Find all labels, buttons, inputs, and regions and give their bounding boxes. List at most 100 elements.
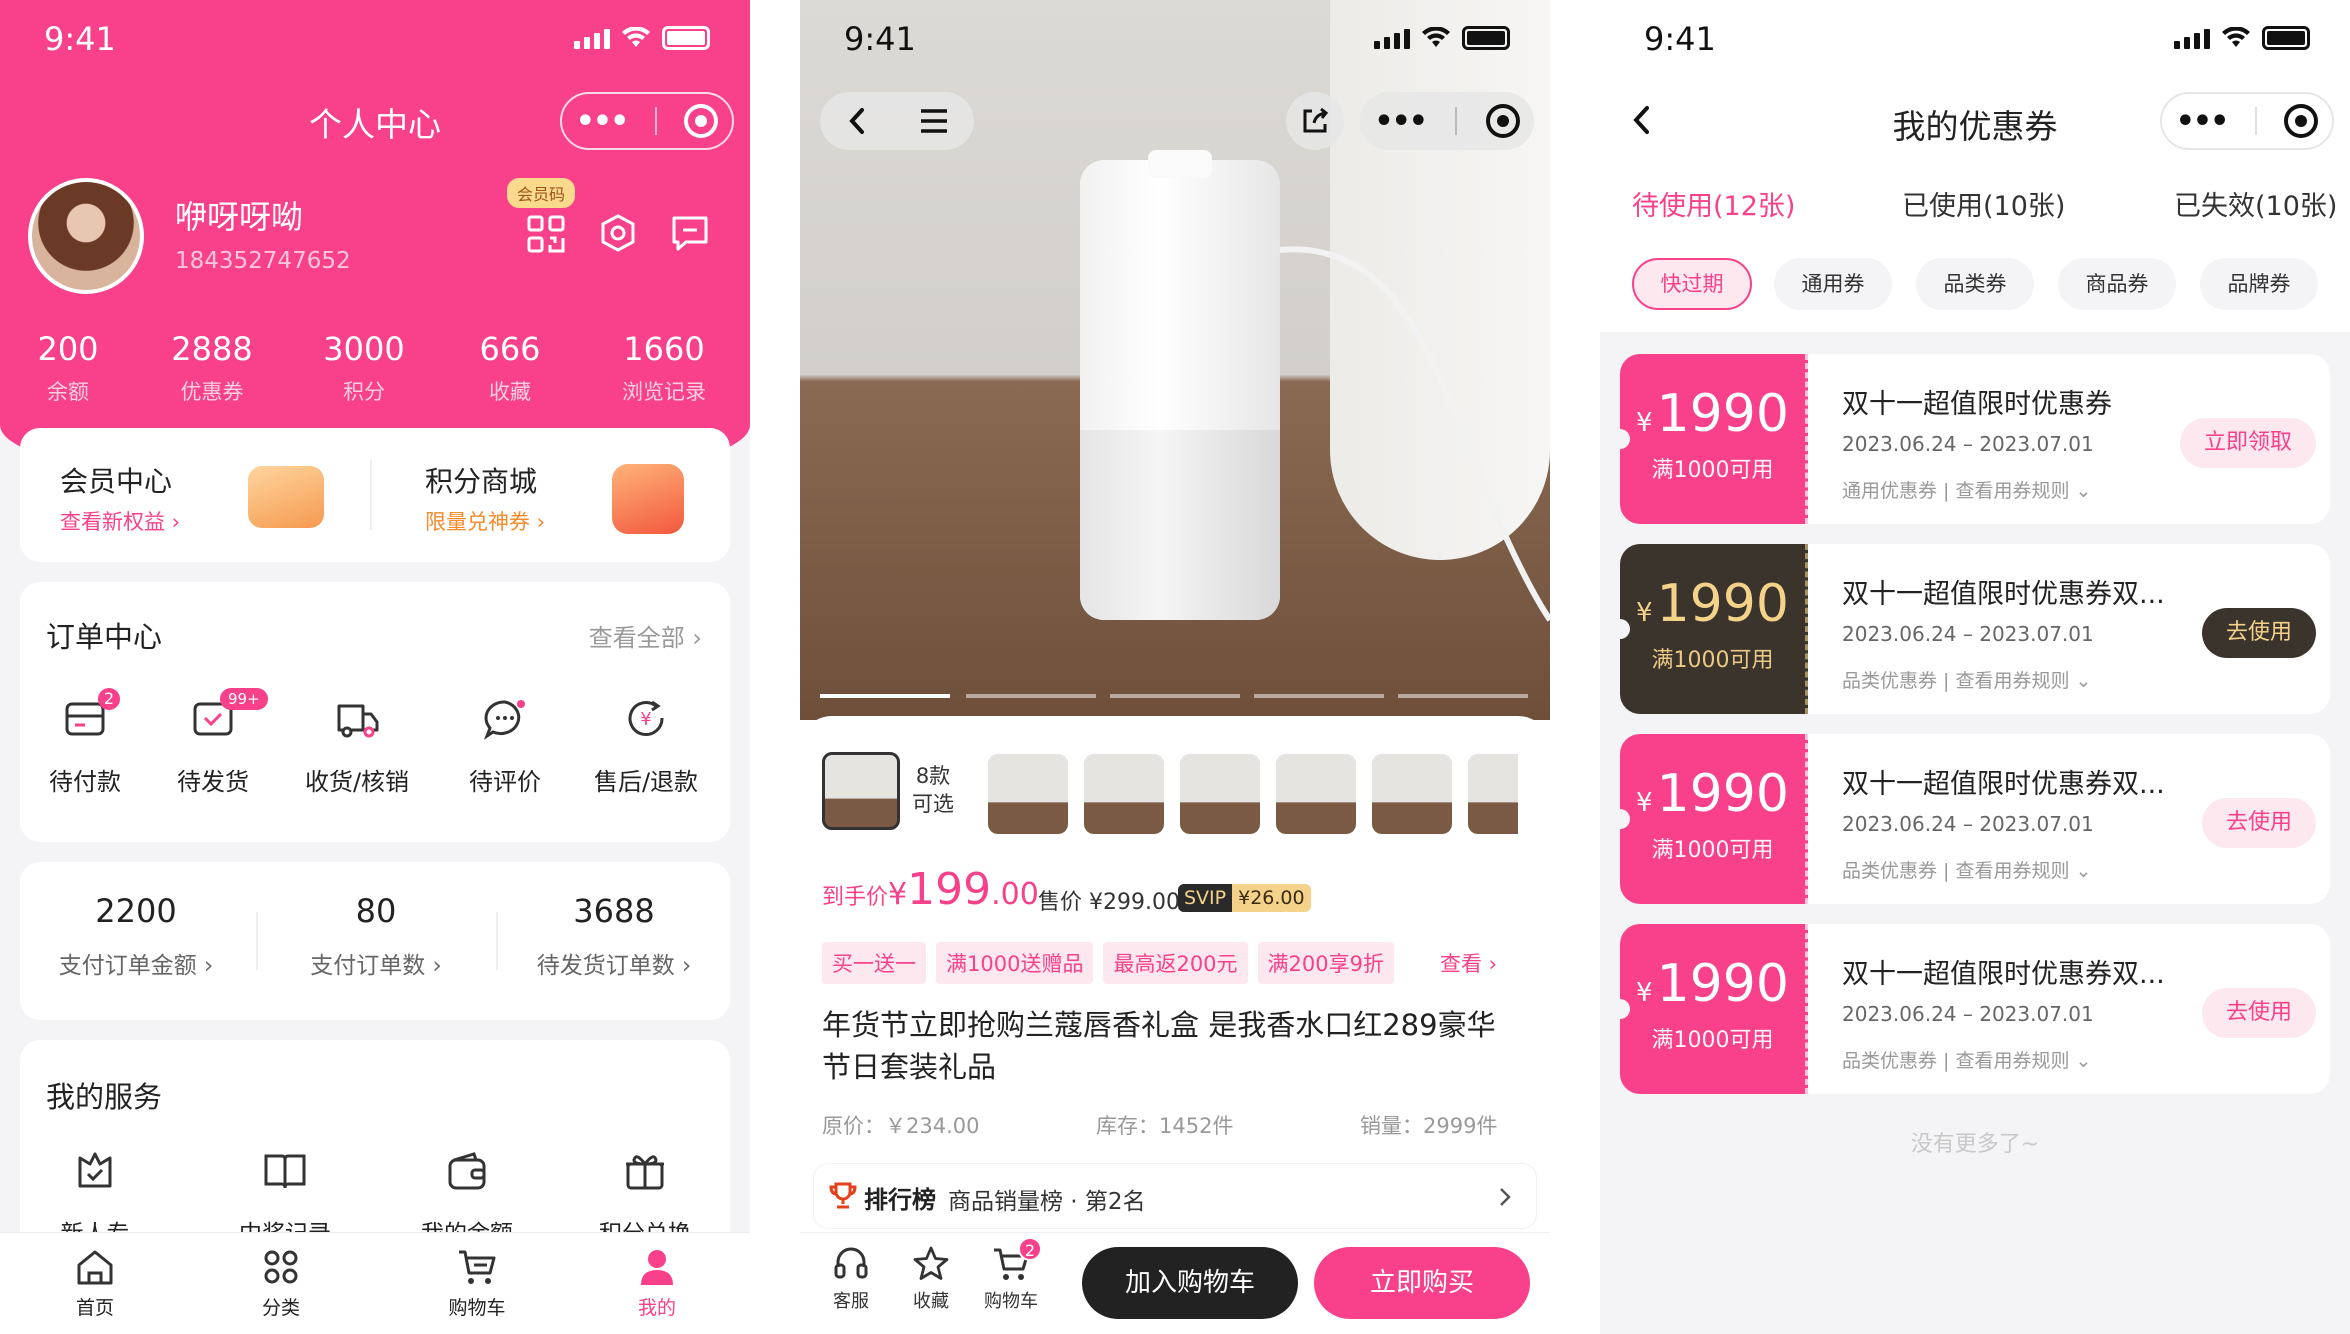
gift-icon xyxy=(626,1155,664,1190)
stat-points[interactable]: 3000 积分 xyxy=(304,330,424,406)
use-coupon-button[interactable]: 去使用 xyxy=(2201,608,2316,658)
promo-tag[interactable]: 买一送一 xyxy=(822,942,926,984)
settings-icon[interactable] xyxy=(598,213,638,253)
avatar[interactable] xyxy=(28,178,144,294)
tab-cart[interactable]: 购物车 xyxy=(432,1247,522,1320)
coupon-card: ¥1990 满1000可用 双十一超值限时优惠券双... 2023.06.24 … xyxy=(1620,544,2330,714)
tab-home[interactable]: 首页 xyxy=(50,1247,140,1320)
variant-thumb[interactable] xyxy=(1084,754,1164,834)
cart-button[interactable]: 2 购物车 xyxy=(978,1237,1044,1313)
coupon-title: 双十一超值限时优惠券双... xyxy=(1842,579,2165,610)
stat-history[interactable]: 1660 浏览记录 xyxy=(604,330,724,406)
promo-tag[interactable]: 满200享9折 xyxy=(1257,942,1394,984)
more-icon[interactable]: ••• xyxy=(2176,104,2230,139)
favorite-button[interactable]: 收藏 xyxy=(898,1245,964,1313)
tab-category[interactable]: 分类 xyxy=(236,1247,326,1320)
filter-brand[interactable]: 品牌券 xyxy=(2200,258,2318,310)
variant-thumb[interactable] xyxy=(988,754,1068,834)
order-item-refund[interactable]: ¥ 售后/退款 xyxy=(586,696,706,797)
headset-icon xyxy=(834,1247,868,1279)
add-to-cart-button[interactable]: 加入购物车 xyxy=(1082,1247,1298,1319)
truck-icon xyxy=(337,704,379,738)
variant-thumb-selected[interactable] xyxy=(822,752,900,830)
filter-category[interactable]: 品类券 xyxy=(1916,258,2034,310)
home-icon xyxy=(77,1250,113,1285)
coupon-title: 双十一超值限时优惠券 xyxy=(1842,389,2112,420)
close-miniapp-icon[interactable] xyxy=(1485,104,1520,138)
miniapp-capsule[interactable]: ••• xyxy=(1360,92,1534,150)
coupon-card: ¥1990 满1000可用 双十一超值限时优惠券 2023.06.24 – 20… xyxy=(1620,354,2330,524)
stat-balance[interactable]: 200 余额 xyxy=(8,330,128,406)
promo-tag[interactable]: 满1000送赠品 xyxy=(936,942,1094,984)
order-item-pending-pay[interactable]: 2 待付款 xyxy=(40,688,130,797)
member-center-link[interactable]: 查看新权益 › xyxy=(60,506,180,536)
coupon-rule[interactable]: 品类优惠券 | 查看用券规则 ⌄ xyxy=(1842,856,2091,883)
battery-icon xyxy=(2262,26,2310,50)
close-miniapp-icon[interactable] xyxy=(2284,104,2319,138)
miniapp-capsule[interactable]: ••• xyxy=(2160,92,2334,150)
stat-favorites[interactable]: 666 收藏 xyxy=(450,330,570,406)
battery-icon xyxy=(662,26,710,50)
tab-unused[interactable]: 待使用(12张) xyxy=(1632,184,1795,223)
trophy-icon xyxy=(829,1182,857,1209)
ranking-row[interactable]: 排行榜 商品销量榜 · 第2名 xyxy=(814,1164,1536,1228)
view-all-orders[interactable]: 查看全部 › xyxy=(589,618,702,653)
variant-thumb[interactable] xyxy=(1276,754,1356,834)
product-action-bar: 客服 收藏 2 购物车 加入购物车 立即购买 xyxy=(800,1232,1550,1334)
filter-product[interactable]: 商品券 xyxy=(2058,258,2176,310)
image-indicator-active xyxy=(820,694,950,698)
coupon-date: 2023.06.24 – 2023.07.01 xyxy=(1842,432,2094,456)
qrcode-icon[interactable] xyxy=(527,215,565,253)
member-code-badge: 会员码 xyxy=(507,178,576,208)
coupon-rule[interactable]: 品类优惠券 | 查看用券规则 ⌄ xyxy=(1842,1046,2091,1073)
filter-general[interactable]: 通用券 xyxy=(1774,258,1892,310)
nav-capsule[interactable] xyxy=(820,92,974,150)
more-icon[interactable]: ••• xyxy=(576,104,630,139)
order-item-pending-ship[interactable]: 99+ 待发货 xyxy=(168,688,268,797)
coupon-rule[interactable]: 通用优惠券 | 查看用券规则 ⌄ xyxy=(1842,476,2091,503)
share-button[interactable] xyxy=(1286,92,1344,150)
points-mall-link[interactable]: 限量兑神券 › xyxy=(425,506,545,536)
promo-view-more[interactable]: 查看 › xyxy=(1440,948,1497,978)
miniapp-capsule[interactable]: ••• xyxy=(560,92,734,150)
close-miniapp-icon[interactable] xyxy=(684,104,719,138)
stat-coupons[interactable]: 2888 优惠券 xyxy=(152,330,272,406)
profile-screen: 9:41 个人中心 ••• 咿呀呀呦 184352747652 会员码 200 余… xyxy=(0,0,750,1334)
use-coupon-button[interactable]: 去使用 xyxy=(2201,988,2316,1038)
variant-count[interactable]: 8款 可选 xyxy=(912,762,954,818)
crown-icon xyxy=(248,466,324,528)
back-icon[interactable] xyxy=(846,106,868,136)
menu-icon[interactable] xyxy=(919,108,949,134)
stat-pay-orders[interactable]: 80 支付订单数 › xyxy=(260,892,492,980)
buy-now-button[interactable]: 立即购买 xyxy=(1314,1247,1530,1319)
tab-expired[interactable]: 已失效(10张) xyxy=(2174,184,2337,223)
share-icon xyxy=(1303,107,1329,133)
tab-mine[interactable]: 我的 xyxy=(612,1247,702,1320)
stat-pay-amount[interactable]: 2200 支付订单金额 › xyxy=(20,892,252,980)
grid-icon xyxy=(264,1250,298,1284)
variant-thumb[interactable] xyxy=(1180,754,1260,834)
svip-price-tag: SVIP ¥26.00 xyxy=(1178,884,1311,912)
order-stats-card: 2200 支付订单金额 › 80 支付订单数 › 3688 待发货订单数 › xyxy=(20,862,730,1020)
order-item-receive[interactable]: 收货/核销 xyxy=(302,696,412,797)
promo-tags: 买一送一 满1000送赠品 最高返200元 满200享9折 xyxy=(822,942,1394,984)
claim-coupon-button[interactable]: 立即领取 xyxy=(2179,418,2316,468)
use-coupon-button[interactable]: 去使用 xyxy=(2201,798,2316,848)
filter-expiring[interactable]: 快过期 xyxy=(1632,258,1752,310)
stat-pending-ship-orders[interactable]: 3688 待发货订单数 › xyxy=(498,892,730,980)
more-icon[interactable]: ••• xyxy=(1374,104,1428,139)
tab-used[interactable]: 已使用(10张) xyxy=(1902,184,2065,223)
product-title: 年货节立即抢购兰蔻唇香礼盒 是我香水口红289豪华节日套装礼品 xyxy=(822,1008,1496,1084)
cart-badge: 2 xyxy=(1018,1237,1042,1261)
coupon-rule[interactable]: 品类优惠券 | 查看用券规则 ⌄ xyxy=(1842,666,2091,693)
order-item-review[interactable]: 待评价 xyxy=(460,696,550,797)
message-icon[interactable] xyxy=(670,214,710,252)
comment-icon xyxy=(483,700,525,740)
points-mall-title[interactable]: 积分商城 xyxy=(425,460,537,500)
variant-thumb[interactable] xyxy=(1372,754,1452,834)
promo-tag[interactable]: 最高返200元 xyxy=(1103,942,1248,984)
variant-thumb[interactable] xyxy=(1468,754,1518,834)
customer-service-button[interactable]: 客服 xyxy=(818,1245,884,1313)
coupon-date: 2023.06.24 – 2023.07.01 xyxy=(1842,1002,2094,1026)
member-center-title[interactable]: 会员中心 xyxy=(60,460,172,500)
